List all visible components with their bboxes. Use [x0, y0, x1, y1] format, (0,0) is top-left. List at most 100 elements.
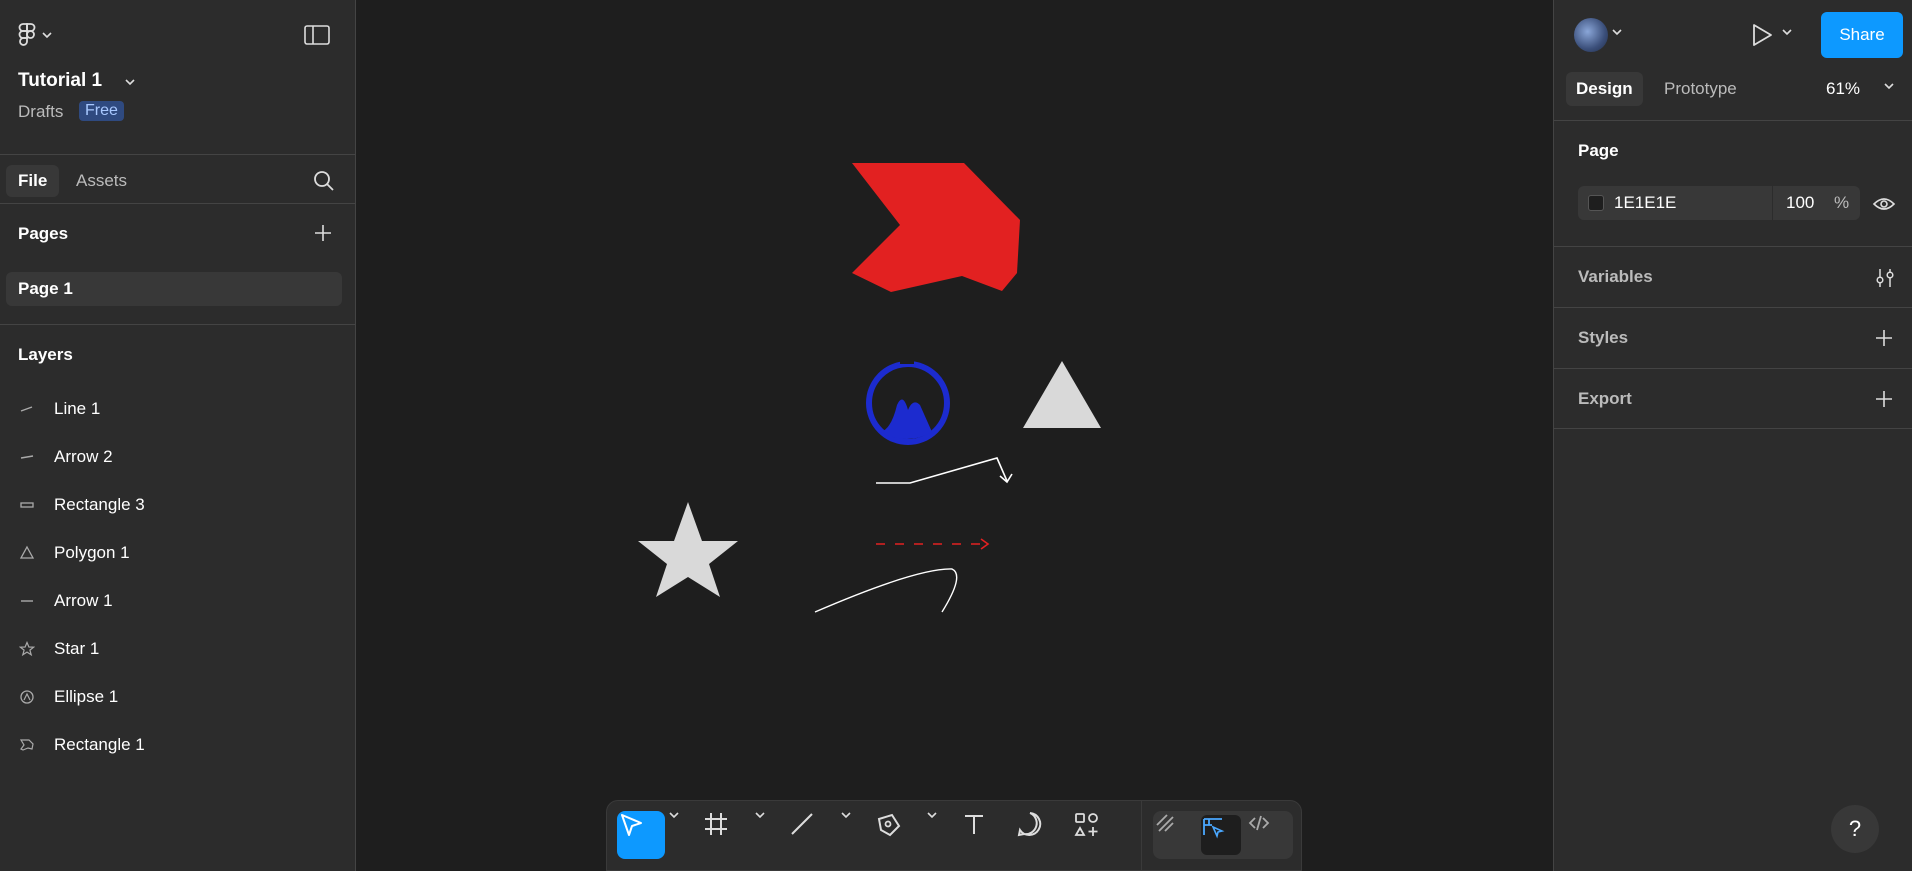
- color-hex-value[interactable]: 1E1E1E: [1614, 193, 1676, 213]
- layer-item[interactable]: Polygon 1: [0, 533, 356, 573]
- chevron-down-icon[interactable]: [122, 74, 138, 90]
- canvas[interactable]: [357, 0, 1553, 871]
- search-icon: [314, 171, 334, 191]
- file-title[interactable]: Tutorial 1: [18, 70, 102, 92]
- page-color-field[interactable]: 1E1E1E 100 %: [1578, 186, 1860, 220]
- sidebar-toggle-button[interactable]: [302, 22, 332, 48]
- line-tool-button[interactable]: [789, 811, 837, 859]
- bottom-toolbar: [606, 800, 1302, 871]
- variables-icon[interactable]: [1874, 267, 1896, 289]
- text-tool-button[interactable]: [961, 811, 1009, 859]
- move-icon: [621, 814, 642, 836]
- chevron-down-icon[interactable]: [1782, 28, 1792, 36]
- comment-tool-button[interactable]: [1017, 811, 1065, 859]
- layers-header: Layers: [18, 345, 73, 364]
- layer-item[interactable]: Rectangle 1: [0, 725, 356, 765]
- star-icon: [0, 641, 54, 657]
- pen-tool-button[interactable]: [875, 811, 923, 859]
- layer-item[interactable]: Line 1: [0, 389, 356, 429]
- tab-file[interactable]: File: [6, 165, 60, 197]
- pen-icon: [877, 813, 901, 837]
- chevron-down-icon: [42, 32, 52, 39]
- layer-name: Star 1: [54, 639, 100, 658]
- layer-name: Polygon 1: [54, 543, 130, 562]
- variables-section[interactable]: Variables: [1554, 246, 1912, 307]
- comment-icon: [1017, 812, 1042, 837]
- tab-prototype[interactable]: Prototype: [1664, 72, 1737, 106]
- frame-icon: [705, 813, 727, 835]
- plus-icon: [315, 225, 331, 241]
- play-icon[interactable]: [1750, 22, 1774, 48]
- file-location[interactable]: Drafts: [18, 102, 63, 122]
- main-menu-button[interactable]: [18, 20, 62, 50]
- layer-item[interactable]: Star 1: [0, 629, 356, 669]
- blue-ellipse[interactable]: [866, 356, 950, 445]
- vector-icon: [0, 737, 54, 753]
- layer-name: Arrow 1: [54, 591, 113, 610]
- styles-section[interactable]: Styles: [1554, 307, 1912, 368]
- plan-badge[interactable]: Free: [79, 101, 124, 121]
- plus-icon[interactable]: [1874, 328, 1894, 348]
- right-panel: Share Design Prototype 61% Page 1E1E1E 1…: [1553, 0, 1912, 871]
- move-tool-button[interactable]: [617, 811, 665, 859]
- left-topbar: [0, 0, 356, 70]
- frame-tool-button[interactable]: [703, 811, 751, 859]
- ellipse-icon: [0, 689, 54, 705]
- chevron-down-icon[interactable]: [1884, 82, 1894, 90]
- chevron-down-icon: [927, 812, 937, 819]
- chevron-down-icon: [755, 812, 765, 819]
- arrow-icon: [0, 593, 54, 609]
- layer-item[interactable]: Rectangle 3: [0, 485, 356, 525]
- share-button[interactable]: Share: [1821, 12, 1903, 58]
- page-section-title: Page: [1578, 141, 1619, 160]
- dashed-arrow[interactable]: [876, 538, 990, 550]
- left-sidebar: Tutorial 1 Drafts Free File Assets Pages…: [0, 0, 356, 871]
- styles-title: Styles: [1578, 328, 1629, 347]
- frame-tool-menu[interactable]: [755, 811, 775, 859]
- search-button[interactable]: [310, 167, 338, 195]
- red-shape[interactable]: [852, 163, 1020, 292]
- plus-icon[interactable]: [1874, 389, 1894, 409]
- opacity-value[interactable]: 100: [1786, 193, 1814, 213]
- help-button[interactable]: ?: [1831, 805, 1879, 853]
- add-page-button[interactable]: [310, 220, 336, 246]
- draw-mode-button[interactable]: [1153, 811, 1199, 859]
- move-tool-menu[interactable]: [669, 811, 689, 859]
- tab-assets[interactable]: Assets: [76, 165, 127, 197]
- color-swatch[interactable]: [1588, 195, 1604, 211]
- text-icon: [965, 815, 983, 834]
- avatar[interactable]: [1574, 18, 1608, 52]
- page-item[interactable]: Page 1: [6, 272, 342, 306]
- sidebar-icon: [304, 25, 330, 45]
- eye-icon[interactable]: [1872, 192, 1896, 216]
- layer-item[interactable]: Ellipse 1: [0, 677, 356, 717]
- line-icon: [0, 401, 54, 417]
- polygon-icon: [0, 545, 54, 561]
- polyline-arrow[interactable]: [876, 457, 1013, 484]
- gray-triangle[interactable]: [1023, 361, 1101, 428]
- dev-mode-icon: [1248, 815, 1270, 831]
- layer-name: Rectangle 1: [54, 735, 145, 754]
- pen-tool-menu[interactable]: [927, 811, 947, 859]
- rectangle-icon: [0, 497, 54, 513]
- layer-item[interactable]: Arrow 2: [0, 437, 356, 477]
- gray-star[interactable]: [638, 502, 738, 597]
- curved-line[interactable]: [814, 568, 958, 613]
- line-icon: [791, 813, 813, 835]
- left-tabs: File Assets: [0, 154, 356, 204]
- actions-tool-button[interactable]: [1073, 811, 1121, 859]
- line-tool-menu[interactable]: [841, 811, 861, 859]
- export-section[interactable]: Export: [1554, 368, 1912, 429]
- dev-mode-button[interactable]: [1247, 811, 1293, 859]
- chevron-down-icon[interactable]: [1612, 28, 1622, 36]
- layer-item[interactable]: Arrow 1: [0, 581, 356, 621]
- divider: [0, 324, 356, 325]
- layer-name: Ellipse 1: [54, 687, 119, 706]
- zoom-level[interactable]: 61%: [1826, 72, 1860, 106]
- export-title: Export: [1578, 389, 1632, 408]
- pages-header: Pages: [18, 224, 69, 243]
- layer-name: Line 1: [54, 399, 101, 418]
- tab-design[interactable]: Design: [1566, 72, 1643, 106]
- canvas-drawing: [638, 163, 1101, 613]
- design-mode-button[interactable]: [1201, 815, 1241, 855]
